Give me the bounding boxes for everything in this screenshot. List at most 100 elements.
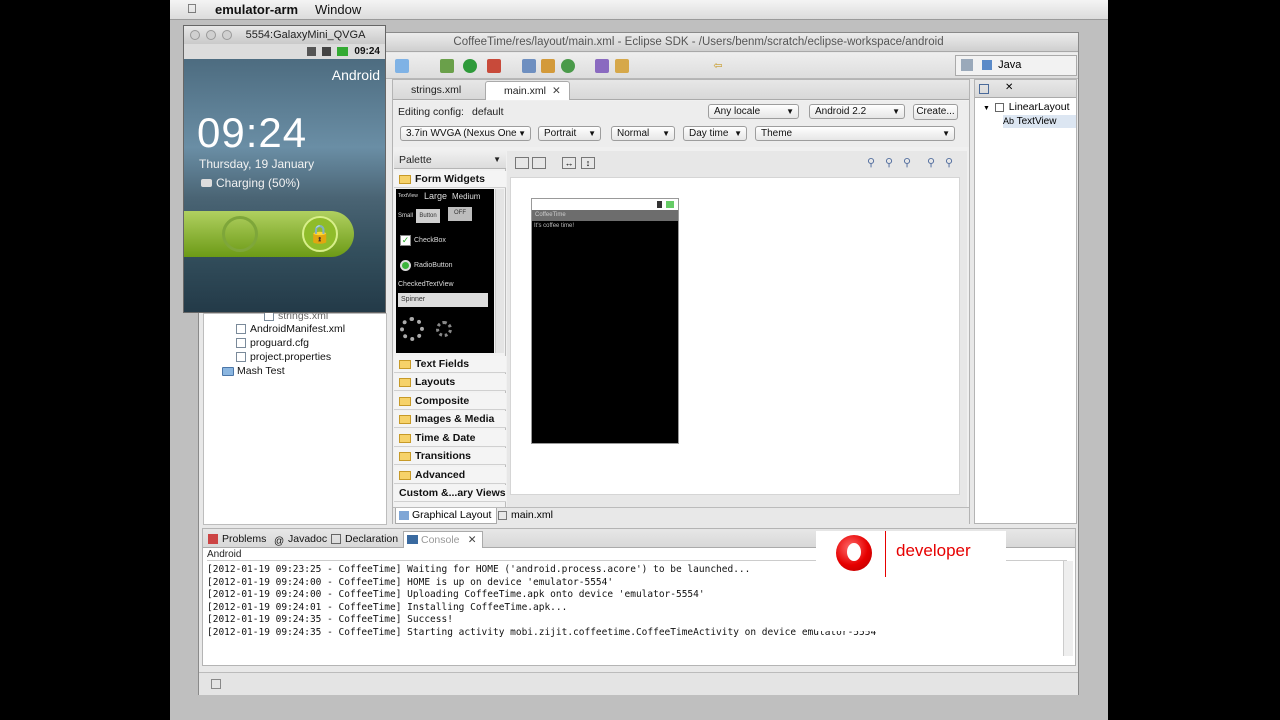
perspective-java-label[interactable]: Java <box>998 59 1021 71</box>
run-icon[interactable] <box>463 59 477 73</box>
progress-small-icon[interactable] <box>436 321 452 337</box>
tab-graphical-layout[interactable]: Graphical Layout <box>395 508 498 524</box>
external-tools-icon[interactable] <box>487 59 501 73</box>
folder-icon <box>399 359 411 369</box>
close-icon[interactable]: ✕ <box>552 85 561 97</box>
open-type-icon[interactable] <box>595 59 609 73</box>
widget-button[interactable]: Button <box>416 209 440 223</box>
category-label: Images & Media <box>415 413 495 425</box>
minimize-icon[interactable] <box>206 30 216 40</box>
locale-select[interactable]: Any locale ▼ <box>708 104 799 119</box>
select-value: Android 2.2 <box>815 106 867 117</box>
new-class-icon[interactable] <box>561 59 575 73</box>
checkbox-icon[interactable]: ✓ <box>400 235 411 246</box>
new-icon[interactable] <box>395 59 409 73</box>
chevron-down-icon[interactable]: ▼ <box>493 151 501 169</box>
device-app-title: CoffeeTime <box>532 210 678 221</box>
tree-item-proguard[interactable]: proguard.cfg <box>236 336 309 350</box>
menu-window[interactable]: Window <box>315 2 361 17</box>
new-java-project-icon[interactable] <box>522 59 536 73</box>
radio-icon[interactable] <box>400 260 411 271</box>
category-advanced[interactable]: Advanced <box>394 467 506 484</box>
category-layouts[interactable]: Layouts <box>394 374 506 391</box>
dock-select[interactable]: Normal ▼ <box>611 126 675 141</box>
outline-root[interactable]: ▼ LinearLayout <box>983 101 1070 113</box>
orientation-select[interactable]: Portrait ▼ <box>538 126 601 141</box>
tab-problems[interactable]: Problems <box>205 531 266 548</box>
close-icon[interactable]: ✕ <box>468 532 477 548</box>
zoom-fit-icon[interactable]: ⚲ <box>885 156 893 169</box>
palette-header[interactable]: Palette ▼ <box>394 151 506 169</box>
lock-icon[interactable]: 🔒 <box>302 216 338 252</box>
perspective-switcher[interactable]: Java <box>955 55 1077 76</box>
status-bar <box>199 672 1078 695</box>
tab-main-xml[interactable]: main.xml ✕ <box>485 81 570 100</box>
palette-scrollbar[interactable] <box>495 189 504 353</box>
category-form-widgets[interactable]: Form Widgets <box>394 171 506 188</box>
zoom-100-icon[interactable]: ⚲ <box>903 156 911 169</box>
tab-xml-source[interactable]: main.xml <box>497 508 553 524</box>
theme-select[interactable]: Theme ▼ <box>755 126 955 141</box>
tree-item-manifest[interactable]: AndroidManifest.xml <box>236 322 345 336</box>
zoom-real-size-icon[interactable]: ⚲ <box>867 156 875 169</box>
debug-icon[interactable] <box>440 59 454 73</box>
widget-spinner[interactable]: Spinner <box>398 293 488 307</box>
chevron-down-icon: ▼ <box>518 129 526 138</box>
widget-large-text[interactable]: Large <box>424 191 447 201</box>
textview-icon: Ab <box>1003 116 1015 126</box>
back-icon[interactable]: ⇦ <box>711 59 725 73</box>
apple-icon[interactable]:  <box>187 1 197 16</box>
lock-screen[interactable]: Android 09:24 Thursday, 19 January Charg… <box>184 59 385 312</box>
zoom-in-icon[interactable]: ⚲ <box>945 156 953 169</box>
tab-console[interactable]: Console ✕ <box>403 531 483 548</box>
new-package-icon[interactable] <box>541 59 555 73</box>
expand-icon[interactable]: ▼ <box>983 105 990 112</box>
widget-toggle-button[interactable]: OFF <box>448 207 472 221</box>
widget-radiobutton[interactable]: RadioButton <box>414 262 453 269</box>
widget-textview[interactable]: TextView <box>398 193 418 199</box>
outline-child[interactable]: Ab TextView <box>1003 115 1076 128</box>
widget-small-text[interactable]: Small <box>398 213 413 219</box>
tree-item-project-properties[interactable]: project.properties <box>236 350 331 364</box>
device-select[interactable]: 3.7in WVGA (Nexus One ▼ <box>400 126 531 141</box>
progress-large-icon[interactable] <box>400 317 424 341</box>
tree-item-mash-test[interactable]: Mash Test <box>222 364 285 378</box>
category-time-date[interactable]: Time & Date <box>394 430 506 447</box>
category-custom-views[interactable]: Custom &...ary Views <box>394 485 506 502</box>
zoom-icon[interactable] <box>222 30 232 40</box>
category-transitions[interactable]: Transitions <box>394 448 506 465</box>
category-text-fields[interactable]: Text Fields <box>394 356 506 373</box>
category-composite[interactable]: Composite <box>394 393 506 410</box>
device-textview[interactable]: It's coffee time! <box>534 223 574 229</box>
close-icon[interactable]: ✕ <box>1005 82 1013 93</box>
tab-strings-xml[interactable]: strings.xml <box>393 81 469 100</box>
search-icon[interactable] <box>615 59 629 73</box>
create-config-button[interactable]: Create... <box>913 104 958 120</box>
widget-medium-text[interactable]: Medium <box>452 192 480 201</box>
open-perspective-icon[interactable] <box>961 59 973 72</box>
tab-label: strings.xml <box>411 84 462 96</box>
night-mode-select[interactable]: Day time ▼ <box>683 126 747 141</box>
fast-view-icon[interactable] <box>211 679 221 689</box>
layout-vertical-icon[interactable] <box>532 157 546 169</box>
tab-declaration[interactable]: Declaration <box>328 531 398 548</box>
toggle-width-icon[interactable]: ↔ <box>562 157 576 169</box>
device-preview[interactable]: CoffeeTime It's coffee time! <box>531 198 679 444</box>
toggle-height-icon[interactable]: ↕ <box>581 157 595 169</box>
widget-checkedtextview[interactable]: CheckedTextView <box>398 281 454 288</box>
widget-checkbox[interactable]: CheckBox <box>414 237 446 244</box>
battery-icon <box>336 46 348 56</box>
close-icon[interactable] <box>190 30 200 40</box>
layout-horizontal-icon[interactable] <box>515 157 529 169</box>
zoom-out-icon[interactable]: ⚲ <box>927 156 935 169</box>
tab-javadoc[interactable]: @ Javadoc <box>271 531 327 548</box>
file-icon <box>236 338 246 349</box>
category-images-media[interactable]: Images & Media <box>394 411 506 428</box>
console-scrollbar[interactable] <box>1063 561 1073 656</box>
target-select[interactable]: Android 2.2 ▼ <box>809 104 905 119</box>
android-emulator-window[interactable]: 5554:GalaxyMini_QVGA 09:24 Android 09:24… <box>183 25 386 313</box>
layout-canvas[interactable]: CoffeeTime It's coffee time! <box>510 177 960 495</box>
emulator-titlebar[interactable]: 5554:GalaxyMini_QVGA <box>184 26 385 44</box>
menu-app-name[interactable]: emulator-arm <box>215 2 298 17</box>
unlock-slider[interactable]: 🔒 <box>184 211 354 257</box>
